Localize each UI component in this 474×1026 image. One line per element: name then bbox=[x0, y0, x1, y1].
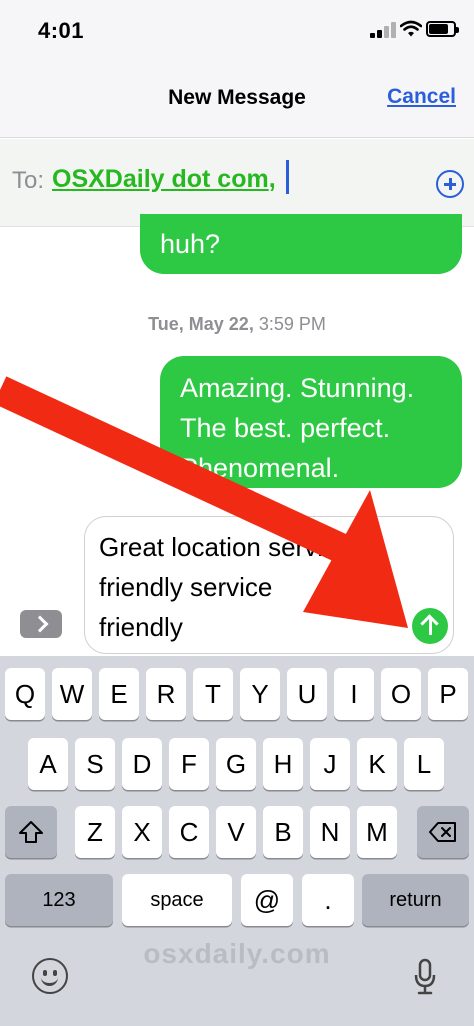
key-j[interactable]: J bbox=[310, 738, 350, 790]
to-label: To: bbox=[12, 167, 45, 194]
key-r[interactable]: R bbox=[146, 668, 186, 720]
backspace-icon bbox=[429, 822, 456, 842]
battery-level bbox=[429, 24, 448, 34]
key-t[interactable]: T bbox=[193, 668, 233, 720]
message-input-text: Great location services friendly service… bbox=[99, 527, 363, 647]
timestamp-day: Tue, May 22, bbox=[148, 314, 254, 334]
message-text: huh? bbox=[160, 229, 221, 259]
microphone-icon[interactable] bbox=[414, 958, 436, 996]
key-n[interactable]: N bbox=[310, 806, 350, 858]
input-line: Great location services bbox=[99, 532, 364, 562]
add-contact-icon[interactable] bbox=[436, 170, 464, 198]
key-x[interactable]: X bbox=[122, 806, 162, 858]
message-bubble: huh? bbox=[140, 214, 462, 274]
message-line: Amazing. Stunning. bbox=[180, 373, 415, 403]
key-o[interactable]: O bbox=[381, 668, 421, 720]
key-b[interactable]: B bbox=[263, 806, 303, 858]
expand-apps-button[interactable] bbox=[20, 610, 62, 638]
space-key[interactable]: space bbox=[122, 874, 232, 926]
key-p[interactable]: P bbox=[428, 668, 468, 720]
key-v[interactable]: V bbox=[216, 806, 256, 858]
timestamp-time: 3:59 PM bbox=[258, 314, 326, 334]
dot-key[interactable]: . bbox=[302, 874, 354, 926]
key-c[interactable]: C bbox=[169, 806, 209, 858]
timestamp: Tue, May 22, 3:59 PM bbox=[0, 314, 474, 335]
status-time: 4:01 bbox=[38, 18, 85, 43]
key-s[interactable]: S bbox=[75, 738, 115, 790]
wifi-icon bbox=[400, 20, 422, 37]
message-line: Phenomenal. bbox=[180, 453, 340, 483]
key-h[interactable]: H bbox=[263, 738, 303, 790]
key-y[interactable]: Y bbox=[240, 668, 280, 720]
key-a[interactable]: A bbox=[28, 738, 68, 790]
at-key[interactable]: @ bbox=[241, 874, 293, 926]
cellular-signal-icon bbox=[370, 22, 396, 38]
shift-key[interactable] bbox=[5, 806, 57, 858]
key-q[interactable]: Q bbox=[5, 668, 45, 720]
numbers-key[interactable]: 123 bbox=[5, 874, 113, 926]
return-key[interactable]: return bbox=[362, 874, 469, 926]
message-line: The best. perfect. bbox=[180, 413, 391, 443]
recipient-chip[interactable]: OSXDaily dot com, bbox=[52, 165, 276, 194]
key-m[interactable]: M bbox=[357, 806, 397, 858]
key-i[interactable]: I bbox=[334, 668, 374, 720]
key-e[interactable]: E bbox=[99, 668, 139, 720]
emoji-icon[interactable] bbox=[32, 958, 68, 994]
message-input[interactable]: Great location services friendly service… bbox=[84, 516, 454, 654]
nav-bar: New Message Cancel bbox=[0, 60, 474, 138]
watermark: osxdaily.com bbox=[143, 938, 331, 969]
cancel-button[interactable]: Cancel bbox=[387, 85, 456, 109]
key-k[interactable]: K bbox=[357, 738, 397, 790]
backspace-key[interactable] bbox=[417, 806, 469, 858]
key-w[interactable]: W bbox=[52, 668, 92, 720]
key-d[interactable]: D bbox=[122, 738, 162, 790]
message-bubble: Amazing. Stunning. The best. perfect. Ph… bbox=[160, 356, 462, 488]
battery-icon bbox=[426, 21, 459, 37]
key-z[interactable]: Z bbox=[75, 806, 115, 858]
key-g[interactable]: G bbox=[216, 738, 256, 790]
input-line: friendly bbox=[99, 612, 183, 642]
recipient-name: OSXDaily dot com bbox=[52, 165, 269, 193]
input-line: friendly service bbox=[99, 572, 273, 602]
status-bar: 4:01 bbox=[0, 0, 474, 60]
text-cursor bbox=[286, 160, 289, 194]
key-l[interactable]: L bbox=[404, 738, 444, 790]
recipient-separator: , bbox=[268, 165, 276, 193]
shift-icon bbox=[19, 821, 43, 843]
key-f[interactable]: F bbox=[169, 738, 209, 790]
send-button[interactable] bbox=[412, 608, 448, 644]
key-u[interactable]: U bbox=[287, 668, 327, 720]
